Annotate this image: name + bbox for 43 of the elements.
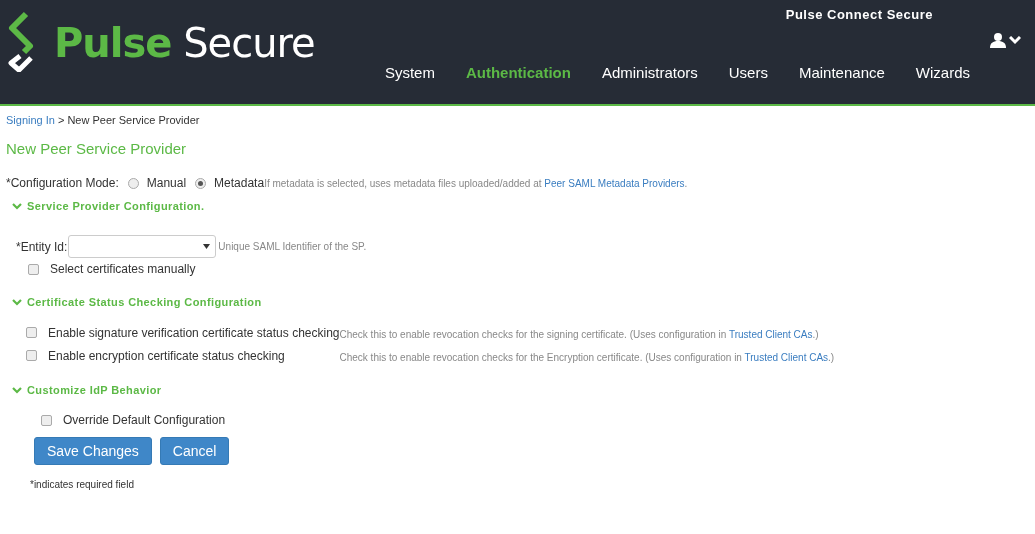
entity-id-dropdown[interactable] <box>68 235 217 258</box>
user-icon <box>990 33 1006 48</box>
help-text: Unique SAML Identifier of the SP. <box>218 241 367 252</box>
breadcrumb-link[interactable]: Signing In <box>6 114 55 126</box>
logo-text: Pulse Secure <box>54 20 315 66</box>
checkbox-label[interactable]: Override Default Configuration <box>63 413 226 427</box>
checkbox[interactable] <box>26 350 37 361</box>
page-title: New Peer Service Provider <box>6 140 188 157</box>
radio-button[interactable] <box>127 177 139 189</box>
field-label: *Configuration Mode: <box>6 176 119 190</box>
nav-tab[interactable]: Wizards <box>915 64 970 81</box>
nav-tab[interactable]: System <box>384 64 435 81</box>
help-link[interactable]: Peer SAML Metadata Providers <box>544 177 685 189</box>
radio-label[interactable]: Manual <box>146 176 187 190</box>
breadcrumb-separator: > <box>57 114 65 126</box>
field-label: *Entity Id: <box>16 239 68 254</box>
footnote: *indicates required field <box>29 479 135 490</box>
save-button[interactable]: Save Changes <box>34 437 152 465</box>
product-name: Pulse Connect Secure <box>785 7 933 22</box>
checkbox[interactable] <box>26 327 37 338</box>
help-link[interactable]: Trusted Client CAs <box>728 329 813 340</box>
chevron-down-icon[interactable] <box>12 298 22 306</box>
help-text: Check this to enable revocation checks for the signing certificate. (Uses configuration in Trusted Client CAs.) <box>339 329 819 340</box>
dropdown-caret-icon <box>203 244 211 249</box>
user-menu[interactable] <box>990 33 1021 48</box>
checkbox[interactable] <box>41 414 52 426</box>
chevron-down-icon[interactable] <box>12 386 22 394</box>
breadcrumb-current: New Peer Service Provider <box>67 114 200 126</box>
nav-tab[interactable]: Administrators <box>601 64 698 81</box>
nav-tab[interactable]: Users <box>728 64 768 81</box>
checkbox-label[interactable]: Enable signature verification certificate status checking <box>48 325 340 340</box>
chevron-down-icon <box>1009 36 1021 45</box>
checkbox[interactable] <box>28 263 39 275</box>
help-text: If metadata is selected, uses metadata files uploaded/added at Peer SAML Metadata Providers. <box>264 177 688 189</box>
nav-tab[interactable]: Maintenance <box>798 64 885 81</box>
help-link[interactable]: Trusted Client CAs <box>744 352 829 363</box>
radio-button[interactable] <box>195 177 207 189</box>
checkbox-label[interactable]: Select certificates manually <box>50 262 196 276</box>
checkbox-label[interactable]: Enable encryption certificate status checking <box>48 348 340 363</box>
chevron-down-icon[interactable] <box>12 202 22 210</box>
cancel-button[interactable]: Cancel <box>159 437 230 465</box>
nav-tab[interactable]: Authentication <box>465 64 571 81</box>
help-text: Check this to enable revocation checks for the Encryption certificate. (Uses configuration in Trusted Client CAs.) <box>339 352 835 363</box>
